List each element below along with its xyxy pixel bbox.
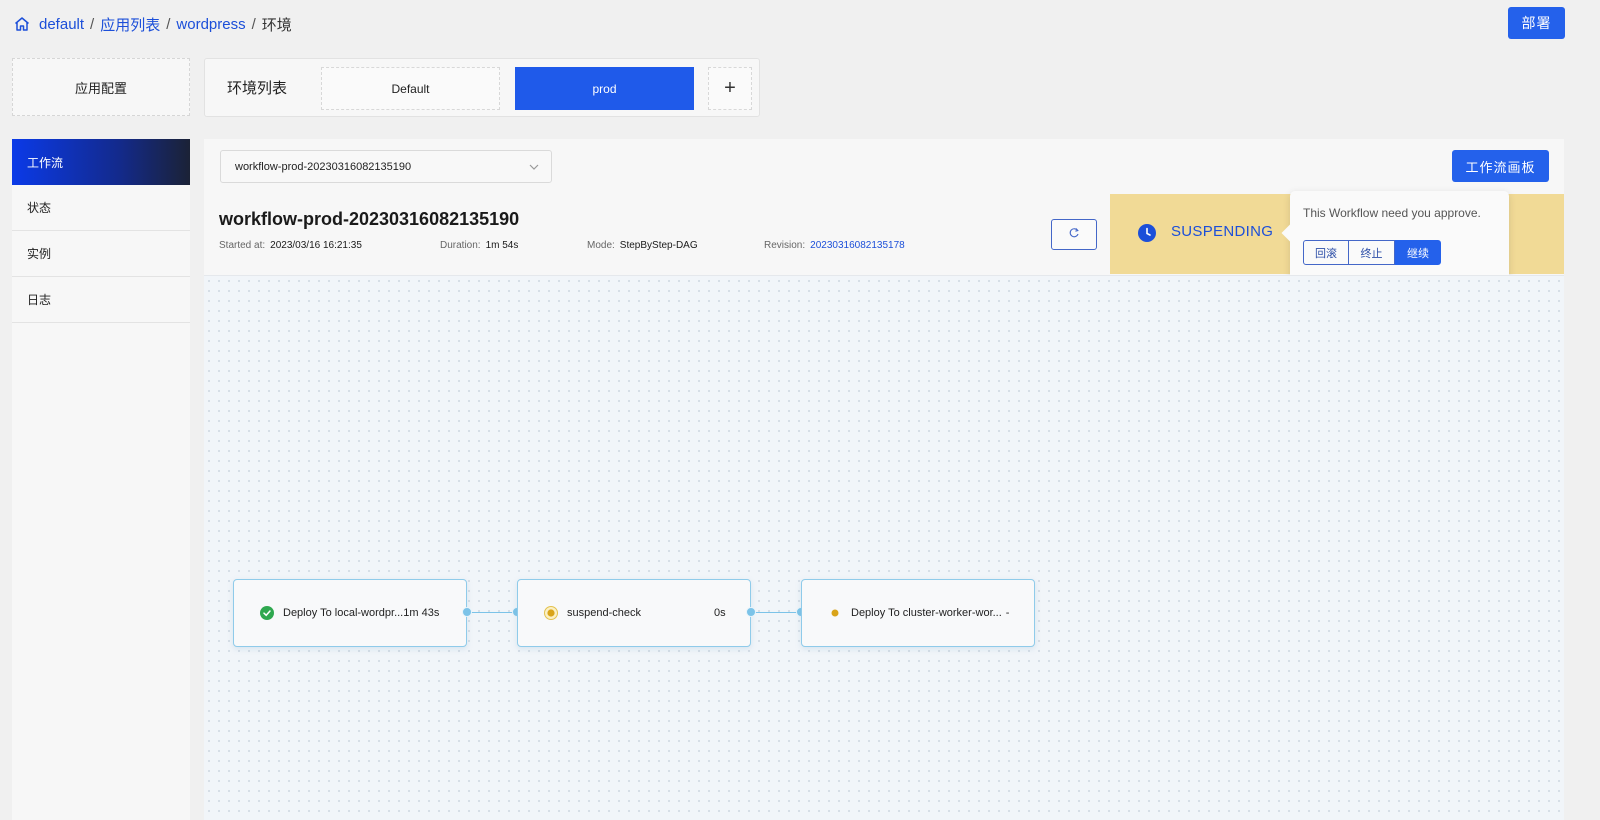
deploy-button[interactable]: 部署 [1508, 7, 1565, 39]
sidebar: 工作流 状态 实例 日志 [12, 139, 190, 820]
revision-label: Revision: [764, 240, 806, 251]
mode-value: StepByStep-DAG [619, 240, 698, 251]
workflow-board-button[interactable]: 工作流画板 [1452, 150, 1549, 182]
duration-label: Duration: [440, 240, 481, 251]
workflow-canvas[interactable]: Deploy To local-wordpr... 1m 43s suspend-… [204, 275, 1564, 820]
approval-popover: This Workflow need you approve. 回滚 终止 继续 [1290, 191, 1509, 280]
started-label: Started at: [219, 240, 266, 251]
step-name: suspend-check [567, 607, 641, 619]
workflow-select[interactable]: workflow-prod-20230316082135190 [220, 150, 552, 183]
meta-revision: Revision: 20230316082135178 [764, 240, 905, 251]
mode-label: Mode: [587, 240, 615, 251]
workflow-step-node[interactable]: suspend-check 0s [517, 579, 751, 647]
revision-link[interactable]: 20230316082135178 [810, 240, 905, 251]
output-port[interactable] [462, 607, 472, 617]
sidebar-item-instances[interactable]: 实例 [12, 231, 190, 277]
env-list: 环境列表 Default prod + [204, 58, 760, 117]
workflow-status-label: SUSPENDING [1171, 223, 1274, 240]
edge [467, 612, 517, 613]
success-check-icon [260, 606, 274, 620]
sidebar-item-workflow[interactable]: 工作流 [12, 139, 190, 185]
home-icon[interactable] [13, 15, 31, 33]
env-tab-prod[interactable]: prod [515, 67, 694, 110]
refresh-icon [1068, 226, 1080, 244]
env-tab-default[interactable]: Default [321, 67, 500, 110]
breadcrumb-link-app-list[interactable]: 应用列表 [100, 14, 160, 35]
rollback-button[interactable]: 回滚 [1303, 240, 1349, 265]
edge [751, 612, 801, 613]
breadcrumb-link-default[interactable]: default [39, 16, 84, 33]
workflow-step-node[interactable]: Deploy To cluster-worker-wor... - [801, 579, 1035, 647]
plus-icon: + [724, 77, 736, 99]
meta-duration: Duration: 1m 54s [440, 240, 518, 251]
app-config-tab[interactable]: 应用配置 [12, 58, 190, 116]
breadcrumb: default / 应用列表 / wordpress / 环境 [13, 13, 292, 35]
chevron-down-icon [527, 160, 541, 174]
breadcrumb-current: 环境 [261, 16, 292, 34]
step-duration: 1m 43s [403, 607, 440, 619]
env-list-title: 环境列表 [227, 79, 288, 97]
breadcrumb-separator: / [166, 15, 171, 33]
resume-button[interactable]: 继续 [1395, 240, 1441, 265]
duration-value: 1m 54s [485, 240, 519, 251]
output-port[interactable] [746, 607, 756, 617]
step-duration: 0s [714, 607, 726, 619]
approval-actions: 回滚 终止 继续 [1303, 240, 1441, 265]
workflow-select-value: workflow-prod-20230316082135190 [235, 160, 412, 173]
clock-icon [1138, 224, 1156, 242]
step-name: Deploy To cluster-worker-wor... [851, 607, 1002, 619]
suspend-status-icon [544, 606, 558, 620]
sidebar-item-status[interactable]: 状态 [12, 185, 190, 231]
breadcrumb-link-wordpress[interactable]: wordpress [176, 16, 245, 33]
workflow-title: workflow-prod-20230316082135190 [219, 209, 520, 229]
meta-mode: Mode: StepByStep-DAG [587, 240, 698, 251]
meta-started: Started at: 2023/03/16 16:21:35 [219, 240, 362, 251]
sidebar-item-logs[interactable]: 日志 [12, 277, 190, 323]
breadcrumb-separator: / [90, 15, 95, 33]
terminate-button[interactable]: 终止 [1349, 240, 1395, 265]
workflow-step-node[interactable]: Deploy To local-wordpr... 1m 43s [233, 579, 467, 647]
approval-message: This Workflow need you approve. [1303, 206, 1481, 220]
step-duration: - [1005, 607, 1010, 619]
breadcrumb-separator: / [251, 15, 256, 33]
step-name: Deploy To local-wordpr... [283, 607, 404, 619]
workflow-panel: workflow-prod-20230316082135190 工作流画板 wo… [204, 139, 1564, 820]
started-value: 2023/03/16 16:21:35 [270, 240, 362, 251]
pending-dot-icon [831, 609, 839, 617]
refresh-button[interactable] [1051, 219, 1097, 250]
add-env-button[interactable]: + [708, 67, 752, 110]
